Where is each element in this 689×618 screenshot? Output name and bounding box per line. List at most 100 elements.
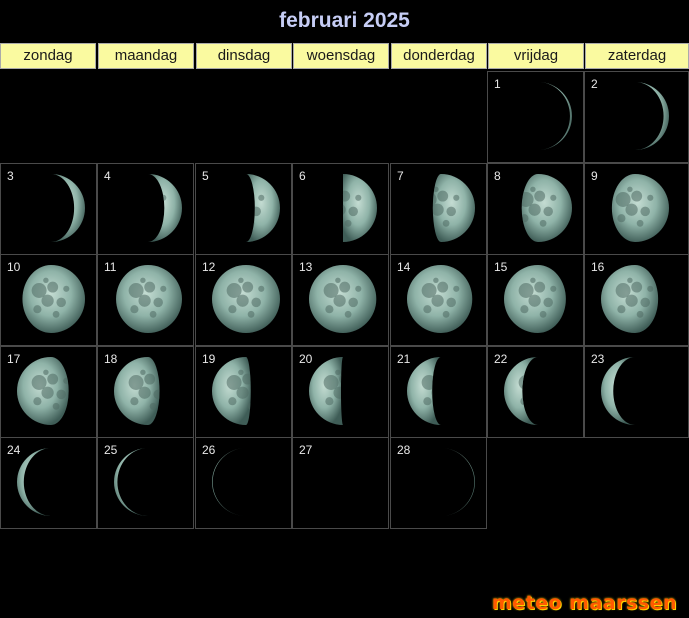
moon-crater [248, 494, 255, 501]
moon-crater [130, 305, 139, 314]
moon-crater [238, 460, 244, 467]
moon-crater [43, 460, 49, 467]
moon-phase-icon [114, 357, 166, 425]
moon-crater [128, 466, 144, 481]
moon-phase-icon [521, 174, 572, 242]
moon-crater [41, 477, 51, 490]
moon-lit-surface [538, 82, 572, 150]
moon-crater [47, 281, 59, 293]
day-cell-4[interactable]: 4 [97, 163, 194, 255]
day-cell-21[interactable]: 21 [390, 346, 487, 438]
moon-crater [627, 186, 633, 193]
moon-crater [324, 192, 339, 207]
moon-lit-surface [114, 357, 160, 425]
moon-crater [539, 219, 547, 227]
day-cell-3[interactable]: 3 [0, 163, 97, 255]
moon-crater [228, 397, 237, 406]
moon-phase-icon [324, 174, 377, 242]
moon-crater [543, 390, 553, 400]
day-cell-15[interactable]: 15 [487, 254, 584, 346]
moon-crater [543, 297, 553, 308]
day-cell-2[interactable]: 2 [584, 71, 689, 163]
weekday-header-dinsdag: dinsdag [196, 43, 292, 69]
moon-phase-icon [212, 448, 255, 516]
weekday-header-maandag: maandag [98, 43, 194, 69]
day-cell-27[interactable]: 27 [292, 437, 389, 529]
day-cell-22[interactable]: 22 [487, 346, 584, 438]
moon-crater [258, 285, 265, 292]
moon-crater [63, 285, 70, 292]
moon-lit-surface [148, 174, 182, 242]
moon-crater [258, 194, 265, 201]
moon-crater [530, 186, 536, 193]
moon-crater [226, 466, 242, 481]
moon-crater [521, 214, 529, 223]
moon-crater [242, 281, 254, 293]
day-cell-9[interactable]: 9 [584, 163, 689, 255]
moon-crater [627, 95, 632, 100]
moon-crater [442, 310, 450, 318]
day-cell-16[interactable]: 16 [584, 254, 689, 346]
moon-crater [53, 494, 60, 501]
day-cell-18[interactable]: 18 [97, 346, 194, 438]
moon-phase-icon [432, 174, 475, 242]
moon-crater [528, 294, 541, 307]
moon-crater [160, 378, 166, 384]
moon-crater [433, 369, 439, 376]
moon-crater [47, 464, 51, 476]
moon-crater [130, 397, 139, 406]
moon-crater [144, 281, 156, 293]
day-cell-12[interactable]: 12 [195, 254, 292, 346]
moon-phase-icon [407, 357, 441, 425]
moon-crater [433, 461, 438, 466]
day-cell-11[interactable]: 11 [97, 254, 194, 346]
day-cell-5[interactable]: 5 [195, 163, 292, 255]
day-cell-25[interactable]: 25 [97, 437, 194, 529]
moon-crater [242, 373, 251, 385]
day-cell-17[interactable]: 17 [0, 346, 97, 438]
moon-phase-icon [148, 174, 182, 242]
moon-crater [520, 122, 528, 130]
moon-crater [437, 373, 441, 385]
moon-lit-surface [342, 174, 377, 242]
moon-phase-icon [407, 265, 473, 333]
day-cell-26[interactable]: 26 [195, 437, 292, 529]
day-cell-23[interactable]: 23 [584, 346, 689, 438]
day-cell-24[interactable]: 24 [0, 437, 97, 529]
moon-crater [631, 281, 643, 293]
moon-crater [530, 369, 536, 376]
moon-lit-surface [504, 357, 538, 425]
moon-crater [238, 277, 244, 284]
moon-phase-icon [601, 265, 659, 333]
day-cell-28[interactable]: 28 [390, 437, 487, 529]
moon-crater [423, 488, 431, 496]
moon-crater [631, 373, 635, 385]
weekday-header-zaterdag: zaterdag [585, 43, 689, 69]
day-cell-1[interactable]: 1 [487, 71, 584, 163]
day-cell-8[interactable]: 8 [487, 163, 584, 255]
day-cell-13[interactable]: 13 [292, 254, 389, 346]
day-cell-19[interactable]: 19 [195, 346, 292, 438]
moon-crater [534, 190, 546, 202]
day-cell-10[interactable]: 10 [0, 254, 97, 346]
moon-crater [625, 294, 638, 307]
moon-crater [148, 190, 156, 202]
moon-crater [43, 187, 48, 192]
moon-crater [543, 114, 553, 125]
moon-crater [251, 206, 261, 217]
moon-crater [636, 219, 644, 227]
moon-crater [625, 386, 635, 399]
moon-crater [637, 403, 644, 410]
moon-crater [153, 297, 163, 308]
moon-crater [246, 190, 254, 202]
moon-crater [63, 469, 69, 475]
moon-crater [333, 294, 346, 307]
day-cell-6[interactable]: 6 [292, 163, 389, 255]
moon-crater [325, 214, 333, 222]
moon-lit-surface [601, 357, 635, 425]
day-cell-20[interactable]: 20 [292, 346, 389, 438]
day-cell-7[interactable]: 7 [390, 163, 487, 255]
day-number: 2 [591, 77, 598, 91]
moon-crater [348, 206, 358, 217]
day-cell-14[interactable]: 14 [390, 254, 487, 346]
